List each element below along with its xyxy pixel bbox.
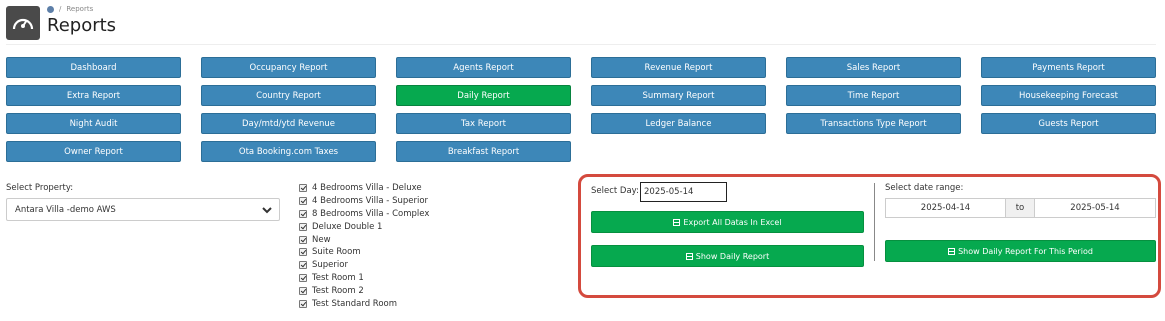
nav-button-agents-report[interactable]: Agents Report <box>396 57 571 78</box>
home-icon[interactable] <box>47 5 54 13</box>
room-checkbox-item[interactable]: Test Room 1 <box>299 272 429 285</box>
date-range-to-label: to <box>1006 198 1034 218</box>
date-range-to-input[interactable]: 2025-05-14 <box>1034 198 1156 218</box>
checkbox-checked-icon[interactable] <box>299 222 307 231</box>
nav-button-housekeeping-forecast[interactable]: Housekeeping Forecast <box>981 85 1156 106</box>
nav-button-transactions-type-report[interactable]: Transactions Type Report <box>786 113 961 134</box>
room-label: New <box>312 234 331 245</box>
property-label: Select Property: <box>6 183 74 193</box>
room-label: Deluxe Double 1 <box>312 221 383 232</box>
nav-button-sales-report[interactable]: Sales Report <box>786 57 961 78</box>
room-checkbox-item[interactable]: 4 Bedrooms Villa - Deluxe <box>299 182 429 195</box>
page-title: Reports <box>47 15 117 36</box>
room-checkbox-item[interactable]: New <box>299 233 429 246</box>
checkbox-checked-icon[interactable] <box>299 299 307 308</box>
room-label: 4 Bedrooms Villa - Deluxe <box>312 183 422 194</box>
room-checkbox-item[interactable]: 8 Bedrooms Villa - Complex <box>299 208 429 221</box>
nav-button-tax-report[interactable]: Tax Report <box>396 113 571 134</box>
nav-button-revenue-report[interactable]: Revenue Report <box>591 57 766 78</box>
checkbox-checked-icon[interactable] <box>299 248 307 257</box>
room-label: 4 Bedrooms Villa - Superior <box>312 196 429 207</box>
checkbox-checked-icon[interactable] <box>299 209 307 218</box>
date-range-from-input[interactable]: 2025-04-14 <box>885 198 1006 218</box>
checkbox-checked-icon[interactable] <box>299 184 307 193</box>
room-checkbox-item[interactable]: Suite Room <box>299 246 429 259</box>
room-type-list: 4 Bedrooms Villa - Deluxe 4 Bedrooms Vill… <box>299 182 429 310</box>
breadcrumb-separator: / <box>59 5 62 13</box>
room-checkbox-item[interactable]: Test Room 2 <box>299 284 429 297</box>
nav-button-daily-report[interactable]: Daily Report <box>396 85 571 106</box>
nav-button-breakfast-report[interactable]: Breakfast Report <box>396 141 571 162</box>
select-day-label: Select Day: <box>591 186 639 196</box>
room-checkbox-item[interactable]: Deluxe Double 1 <box>299 220 429 233</box>
table-icon <box>685 252 693 260</box>
nav-button-ota-booking-com-taxes[interactable]: Ota Booking.com Taxes <box>201 141 376 162</box>
property-selected-value: Antara Villa -demo AWS <box>15 204 116 215</box>
report-nav-grid: Dashboard Occupancy Report Agents Report Re… <box>6 57 1158 162</box>
checkbox-checked-icon[interactable] <box>299 235 307 244</box>
room-checkbox-item[interactable]: Superior <box>299 259 429 272</box>
checkbox-checked-icon[interactable] <box>299 261 307 270</box>
nav-button-country-report[interactable]: Country Report <box>201 85 376 106</box>
room-checkbox-item[interactable]: 4 Bedrooms Villa - Superior <box>299 195 429 208</box>
speedometer-icon <box>6 6 40 40</box>
nav-button-night-audit[interactable]: Night Audit <box>6 113 181 134</box>
nav-button-ledger-balance[interactable]: Ledger Balance <box>591 113 766 134</box>
nav-button-guests-report[interactable]: Guests Report <box>981 113 1156 134</box>
nav-button-dashboard[interactable]: Dashboard <box>6 57 181 78</box>
property-select[interactable]: Antara Villa -demo AWS <box>6 198 280 221</box>
show-daily-report-button[interactable]: Show Daily Report <box>591 245 864 267</box>
room-label: Suite Room <box>312 247 361 258</box>
nav-button-summary-report[interactable]: Summary Report <box>591 85 766 106</box>
export-excel-button[interactable]: Export All Datas In Excel <box>591 211 864 233</box>
room-label: Test Standard Room <box>312 298 398 309</box>
nav-button-payments-report[interactable]: Payments Report <box>981 57 1156 78</box>
breadcrumb: / Reports <box>47 5 93 13</box>
show-period-report-label: Show Daily Report For This Period <box>958 246 1093 256</box>
checkbox-checked-icon[interactable] <box>299 197 307 206</box>
table-icon <box>673 218 681 226</box>
export-excel-label: Export All Datas In Excel <box>683 217 782 227</box>
nav-button-time-report[interactable]: Time Report <box>786 85 961 106</box>
room-label: Test Room 2 <box>312 285 364 296</box>
checkbox-checked-icon[interactable] <box>299 286 307 295</box>
select-day-input[interactable]: 2025-05-14 <box>640 182 727 202</box>
show-period-report-button[interactable]: Show Daily Report For This Period <box>885 240 1156 262</box>
nav-button-extra-report[interactable]: Extra Report <box>6 85 181 106</box>
panel-divider <box>874 183 875 261</box>
header-divider <box>6 44 1156 45</box>
page-header: / Reports Reports <box>6 4 1156 40</box>
checkbox-checked-icon[interactable] <box>299 273 307 282</box>
date-range-label: Select date range: <box>885 183 964 193</box>
room-label: Test Room 1 <box>312 272 364 283</box>
breadcrumb-current: Reports <box>66 5 94 13</box>
nav-button-owner-report[interactable]: Owner Report <box>6 141 181 162</box>
nav-button-occupancy-report[interactable]: Occupancy Report <box>201 57 376 78</box>
room-label: 8 Bedrooms Villa - Complex <box>312 208 430 219</box>
room-label: Superior <box>312 260 348 271</box>
table-icon <box>948 247 956 255</box>
chevron-down-icon <box>262 207 272 214</box>
room-checkbox-item[interactable]: Test Standard Room <box>299 297 429 310</box>
show-daily-report-label: Show Daily Report <box>695 251 770 261</box>
nav-button-day-mtd-ytd-revenue[interactable]: Day/mtd/ytd Revenue <box>201 113 376 134</box>
